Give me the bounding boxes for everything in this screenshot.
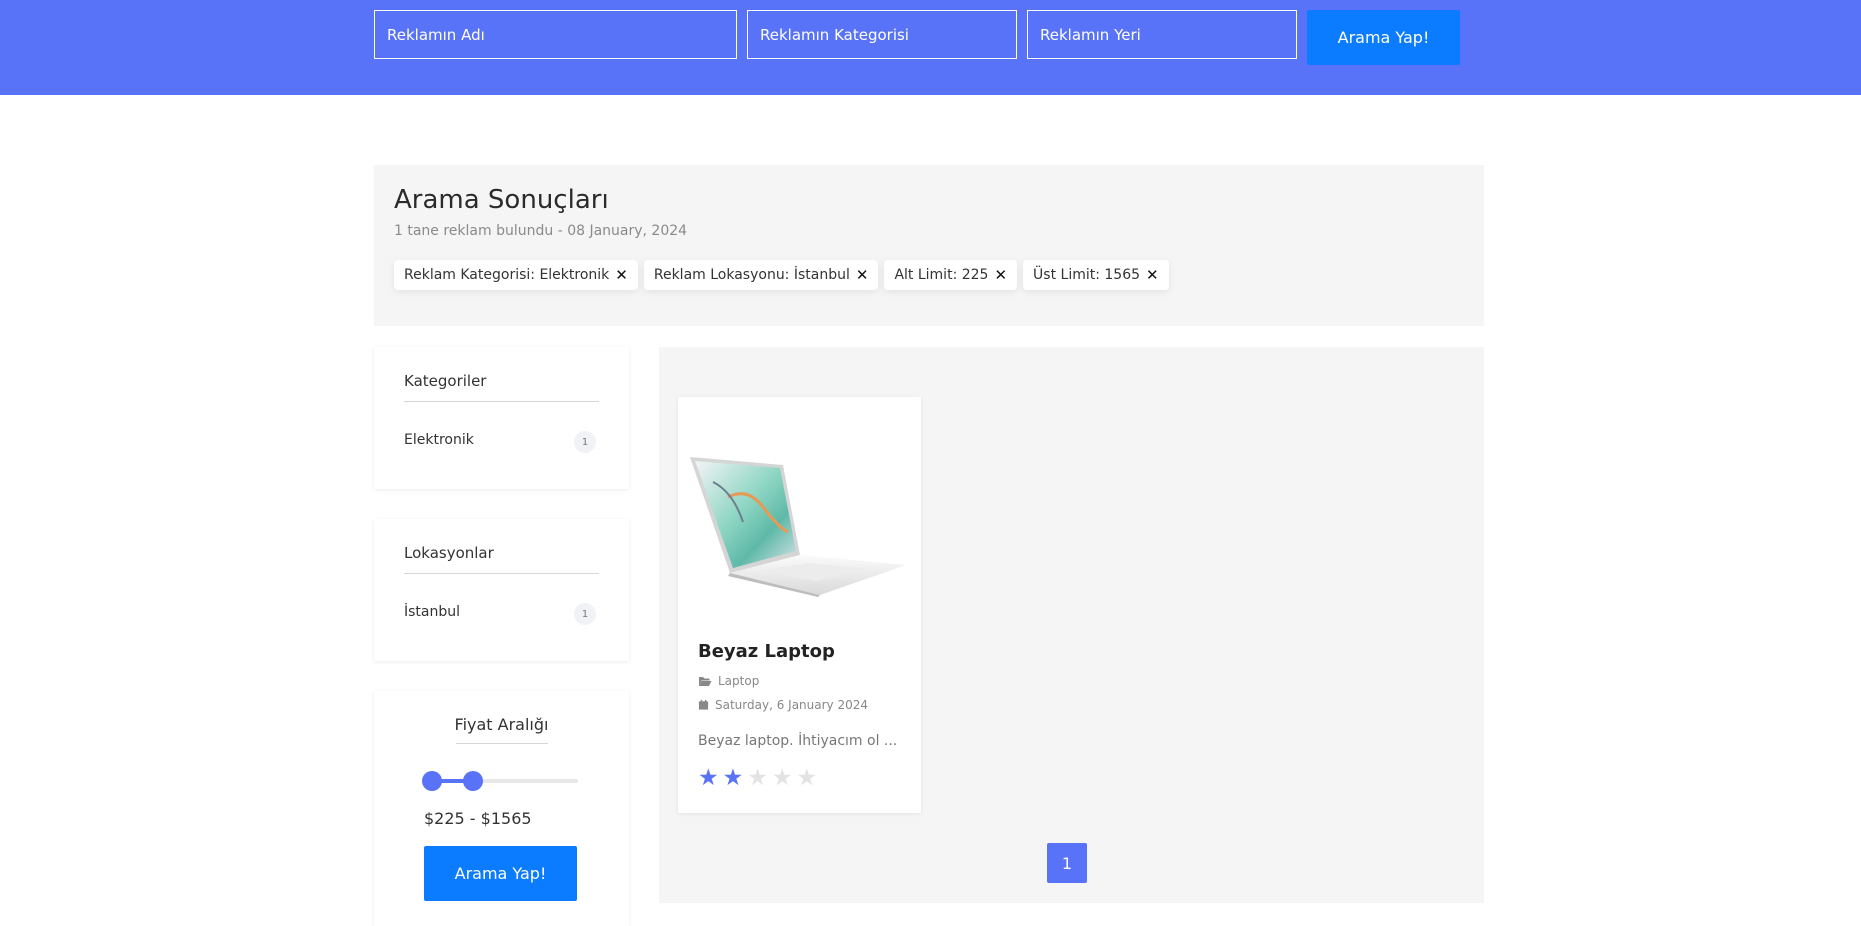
- sidebar-item-elektronik[interactable]: Elektronik: [404, 432, 474, 448]
- star-icon: ★: [747, 765, 768, 791]
- close-icon[interactable]: ✕: [994, 266, 1007, 284]
- filter-chip-location[interactable]: Reklam Lokasyonu: İstanbul ✕: [643, 260, 879, 290]
- listing-category: Laptop: [698, 674, 759, 688]
- page-title: Arama Sonuçları: [394, 185, 609, 215]
- calendar-icon: [698, 699, 709, 710]
- listing-description: Beyaz laptop. İhtiyacım ol ...: [698, 733, 898, 749]
- price-search-button[interactable]: Arama Yap!: [424, 846, 577, 901]
- close-icon[interactable]: ✕: [615, 266, 628, 284]
- filter-chip-label: Üst Limit: 1565: [1033, 267, 1141, 283]
- divider: [404, 573, 599, 574]
- laptop-image[interactable]: [688, 437, 911, 597]
- ad-category-input[interactable]: [747, 10, 1017, 59]
- close-icon[interactable]: ✕: [1146, 266, 1159, 284]
- results-header: Arama Sonuçları 1 tane reklam bulundu - …: [374, 165, 1484, 326]
- price-range-value: $225 - $1565: [424, 809, 532, 828]
- price-range-title: Fiyat Aralığı: [454, 715, 549, 734]
- locations-title: Lokasyonlar: [404, 544, 494, 562]
- active-filters: Reklam Kategorisi: Elektronik ✕ Reklam L…: [394, 260, 1169, 290]
- listing-date: Saturday, 6 January 2024: [698, 698, 868, 712]
- listing-title[interactable]: Beyaz Laptop: [698, 641, 835, 662]
- listing-date-label: Saturday, 6 January 2024: [715, 698, 868, 712]
- listing-category-label: Laptop: [718, 674, 760, 688]
- count-badge: 1: [574, 431, 596, 453]
- pagination-page-1[interactable]: 1: [1047, 843, 1087, 883]
- price-slider-min-handle[interactable]: [421, 771, 442, 791]
- rating-stars: ★ ★ ★ ★ ★: [698, 767, 817, 790]
- count-badge: 1: [574, 603, 596, 625]
- folder-open-icon: [699, 677, 712, 686]
- categories-card: Kategoriler Elektronik 1: [374, 347, 629, 489]
- divider: [404, 401, 599, 402]
- star-icon: ★: [771, 765, 793, 791]
- top-search-bar: Arama Yap!: [0, 0, 1861, 95]
- filter-chip-min-price[interactable]: Alt Limit: 225 ✕: [884, 260, 1018, 290]
- filter-chip-max-price[interactable]: Üst Limit: 1565 ✕: [1023, 260, 1169, 290]
- price-slider-max-handle[interactable]: [463, 771, 484, 791]
- filter-chip-label: Reklam Lokasyonu: İstanbul: [653, 267, 850, 283]
- close-icon[interactable]: ✕: [856, 266, 869, 284]
- locations-card: Lokasyonlar İstanbul 1: [374, 519, 629, 661]
- filter-chip-label: Alt Limit: 225: [894, 267, 989, 283]
- results-summary: 1 tane reklam bulundu - 08 January, 2024: [394, 223, 688, 239]
- ad-location-input[interactable]: [1027, 10, 1297, 59]
- sidebar-item-istanbul[interactable]: İstanbul: [404, 604, 460, 620]
- ad-name-input[interactable]: [374, 10, 737, 59]
- search-button[interactable]: Arama Yap!: [1307, 10, 1460, 65]
- divider: [456, 743, 548, 744]
- price-range-card: Fiyat Aralığı $225 - $1565 Arama Yap!: [374, 691, 629, 926]
- filter-chip-label: Reklam Kategorisi: Elektronik: [404, 267, 610, 283]
- categories-title: Kategoriler: [404, 372, 487, 390]
- listing-card[interactable]: Beyaz Laptop Laptop Saturday, 6 January …: [678, 397, 921, 813]
- price-slider[interactable]: [421, 771, 578, 791]
- filter-chip-category[interactable]: Reklam Kategorisi: Elektronik ✕: [394, 260, 638, 290]
- star-icon: ★: [698, 765, 719, 791]
- star-icon: ★: [796, 765, 818, 791]
- results-grid: Beyaz Laptop Laptop Saturday, 6 January …: [659, 347, 1484, 903]
- star-icon: ★: [722, 765, 744, 791]
